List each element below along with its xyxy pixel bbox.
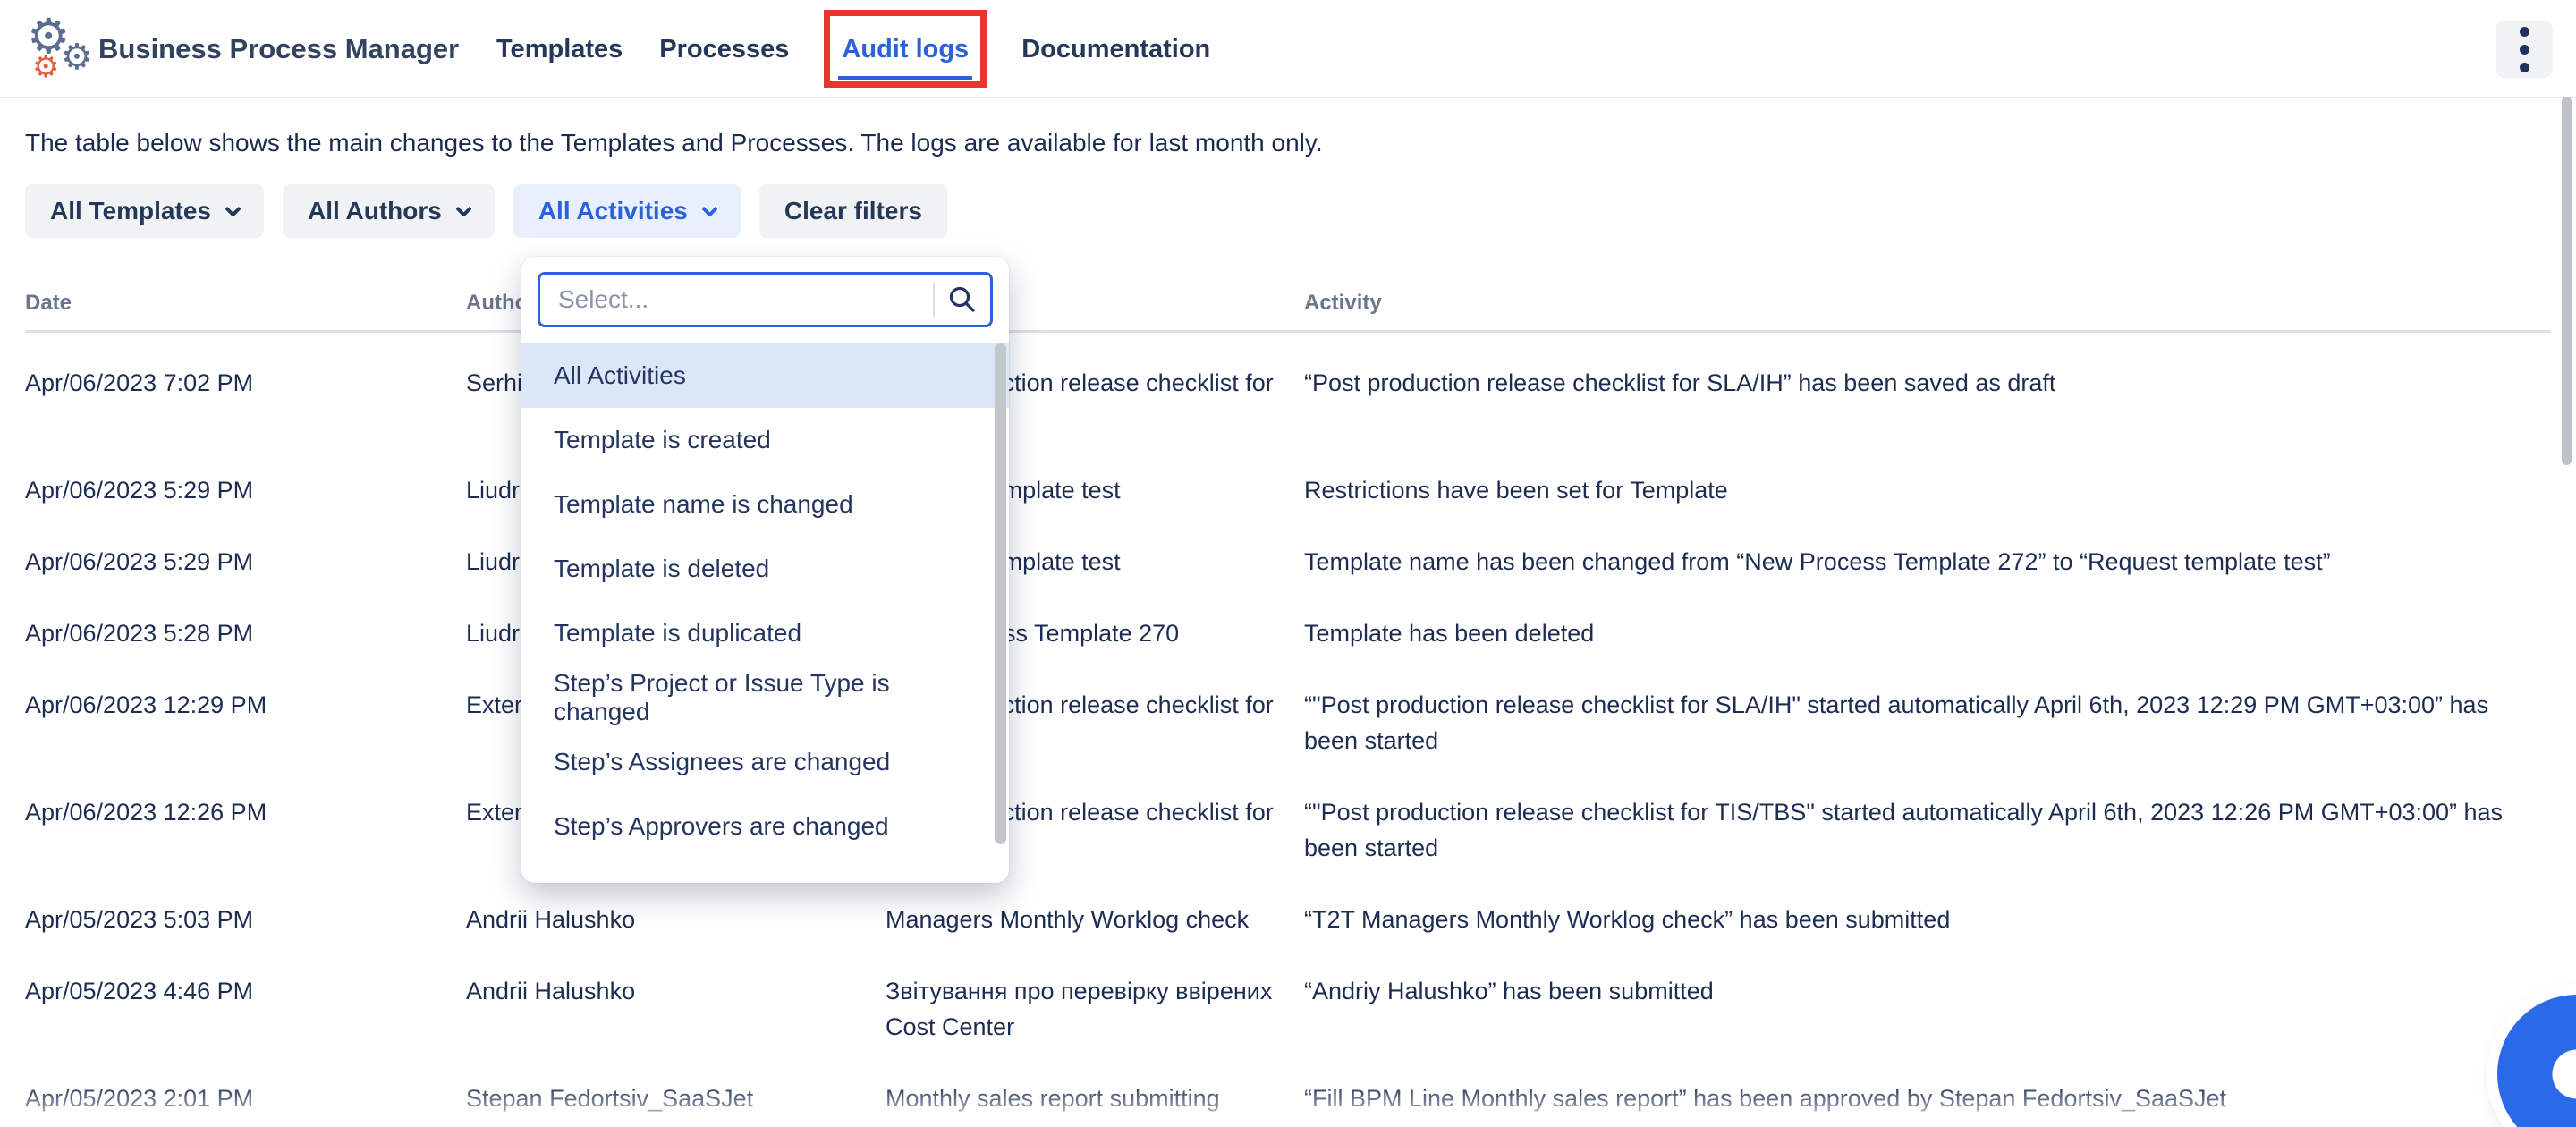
- cell-date: Apr/05/2023 5:03 PM: [25, 902, 466, 937]
- dropdown-search-input[interactable]: [540, 285, 933, 314]
- nav-item-label: Audit logs: [842, 35, 969, 64]
- table-row: Apr/06/2023 12:29 PMExterPost production…: [25, 669, 2551, 776]
- page-scrollbar[interactable]: [2562, 97, 2572, 465]
- cell-activity: “Fill BPM Line Monthly sales report” has…: [1304, 1080, 2551, 1116]
- cell-activity: Template has been deleted: [1304, 615, 2551, 651]
- cell-date: Apr/06/2023 12:29 PM: [25, 687, 466, 758]
- dropdown-option[interactable]: Step’s Project or Issue Type is changed: [521, 665, 1009, 730]
- table-row: Apr/06/2023 5:29 PMLiudrRequest template…: [25, 526, 2551, 597]
- filter-bar: All Templates All Authors All Activities Cl…: [25, 184, 947, 238]
- table-row: Apr/05/2023 4:46 PMAndrii HalushkoЗвітув…: [25, 955, 2551, 1063]
- table-row: Apr/05/2023 5:03 PMAndrii HalushkoManage…: [25, 884, 2551, 955]
- cell-activity: “T2T Managers Monthly Worklog check” has…: [1304, 902, 2551, 937]
- dropdown-search-field: [538, 272, 993, 327]
- filter-clear-filters-button[interactable]: Clear filters: [759, 184, 947, 238]
- cell-date: Apr/06/2023 7:02 PM: [25, 365, 466, 436]
- overflow-menu-button[interactable]: [2496, 21, 2553, 78]
- dropdown-scrollbar[interactable]: [995, 343, 1006, 844]
- table-row: Apr/06/2023 7:02 PMSerhiPost production …: [25, 333, 2551, 454]
- cell-activity: “"Post production release checklist for …: [1304, 794, 2551, 866]
- nav-item-audit-logs[interactable]: Audit logs: [840, 31, 970, 68]
- table-row: Apr/06/2023 5:29 PMLiudrRequest template…: [25, 454, 2551, 526]
- cell-author: Andrii Halushko: [466, 973, 886, 1045]
- cell-date: Apr/06/2023 12:26 PM: [25, 794, 466, 866]
- cell-activity: Restrictions have been set for Template: [1304, 472, 2551, 508]
- cell-date: Apr/05/2023 4:46 PM: [25, 973, 466, 1045]
- table-header-row: Date Author Activity: [25, 291, 2551, 333]
- nav-item-label: Documentation: [1021, 35, 1210, 64]
- cell-name: Звітування про перевірку ввірених Cost C…: [886, 973, 1304, 1045]
- filter-label: All Authors: [308, 184, 442, 238]
- dropdown-option[interactable]: Template is created: [521, 408, 1009, 472]
- table-row: Apr/06/2023 12:26 PMExterPost production…: [25, 776, 2551, 884]
- cell-author: Stepan Fedortsiv_SaaSJet: [466, 1080, 886, 1116]
- gear-icon: ⚙: [32, 52, 59, 82]
- dropdown-option[interactable]: Step’s Approvers are changed: [521, 794, 1009, 859]
- table-row: Apr/06/2023 5:28 PMLiudrNew Process Temp…: [25, 597, 2551, 669]
- filter-label: Clear filters: [784, 184, 922, 238]
- chevron-down-icon: [225, 200, 241, 216]
- filter-all-templates-button[interactable]: All Templates: [25, 184, 264, 238]
- cell-date: Apr/06/2023 5:29 PM: [25, 472, 466, 508]
- cell-date: Apr/05/2023 2:01 PM: [25, 1080, 466, 1116]
- cell-name: Managers Monthly Worklog check: [886, 902, 1304, 937]
- main-nav: Templates Processes Audit logs Documentatio…: [495, 0, 1212, 98]
- cell-author: Andrii Halushko: [466, 902, 886, 937]
- top-bar: ⚙ ⚙ ⚙ Business Process Manager Templates…: [0, 0, 2576, 98]
- cell-activity: “"Post production release checklist for …: [1304, 687, 2551, 758]
- dropdown-option[interactable]: Template name is changed: [521, 472, 1009, 537]
- vertical-ellipsis-icon: [2520, 63, 2529, 72]
- cell-activity: “Post production release checklist for S…: [1304, 365, 2551, 436]
- nav-item-processes[interactable]: Processes: [657, 31, 791, 68]
- chevron-down-icon: [455, 200, 471, 216]
- cell-date: Apr/06/2023 5:28 PM: [25, 615, 466, 651]
- column-header-date: Date: [25, 291, 466, 316]
- activities-dropdown: All ActivitiesTemplate is createdTemplat…: [521, 257, 1009, 883]
- filter-all-authors-button[interactable]: All Authors: [283, 184, 495, 238]
- chevron-down-icon: [701, 200, 717, 216]
- nav-item-templates[interactable]: Templates: [495, 31, 624, 68]
- dropdown-option[interactable]: Template is duplicated: [521, 601, 1009, 665]
- table-row: Apr/05/2023 2:01 PMStepan Fedortsiv_SaaS…: [25, 1063, 2551, 1127]
- nav-item-label: Processes: [659, 35, 789, 64]
- vertical-ellipsis-icon: [2520, 45, 2529, 55]
- table-body: Apr/06/2023 7:02 PMSerhiPost production …: [25, 333, 2551, 1127]
- filter-label: All Activities: [538, 184, 688, 238]
- dropdown-option[interactable]: Template is deleted: [521, 537, 1009, 601]
- cell-date: Apr/06/2023 5:29 PM: [25, 544, 466, 580]
- magnifier-icon[interactable]: [935, 284, 990, 315]
- vertical-ellipsis-icon: [2520, 27, 2529, 37]
- audit-log-table: Date Author Activity Apr/06/2023 7:02 PM…: [25, 291, 2551, 1127]
- dropdown-option-list: All ActivitiesTemplate is createdTemplat…: [521, 343, 1009, 859]
- gear-icon: ⚙: [61, 39, 93, 75]
- intro-text: The table below shows the main changes t…: [25, 129, 1323, 157]
- cell-activity: “Andriy Halushko” has been submitted: [1304, 973, 2551, 1045]
- column-header-activity: Activity: [1304, 291, 2551, 316]
- filter-all-activities-button[interactable]: All Activities: [513, 184, 741, 238]
- active-tab-underline: [838, 76, 972, 80]
- audit-logs-page: ⚙ ⚙ ⚙ Business Process Manager Templates…: [0, 0, 2576, 1127]
- cell-name: Monthly sales report submitting: [886, 1080, 1304, 1116]
- nav-item-documentation[interactable]: Documentation: [1020, 31, 1212, 68]
- app-logo-gears-icon: ⚙ ⚙ ⚙: [20, 5, 100, 91]
- nav-item-label: Templates: [496, 35, 623, 64]
- cell-activity: Template name has been changed from “New…: [1304, 544, 2551, 580]
- dropdown-option[interactable]: All Activities: [521, 343, 1009, 408]
- app-title: Business Process Manager: [98, 0, 459, 98]
- dropdown-option[interactable]: Step’s Assignees are changed: [521, 730, 1009, 794]
- filter-label: All Templates: [50, 184, 211, 238]
